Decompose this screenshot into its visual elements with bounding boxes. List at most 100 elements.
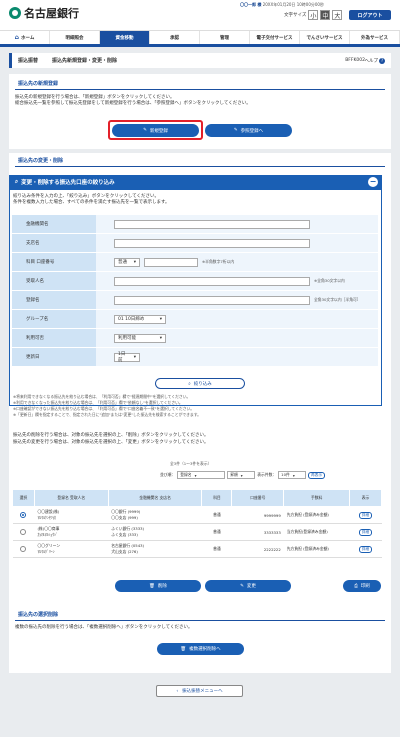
updated-row: 更新日 1日前 ▾ bbox=[12, 348, 378, 367]
font-size-switcher: 文字サイズ 小 中 大 bbox=[284, 10, 343, 20]
bulk-delete-text: 複数の振込先の削除を行う場合は、「複数選択削除へ」ボタンをクリックしてください。 bbox=[15, 625, 193, 630]
col-name: 登録名 受取人名 bbox=[33, 489, 109, 507]
chevron-down-icon: ▾ bbox=[292, 472, 295, 478]
row-type: 普通 bbox=[201, 523, 232, 541]
new-registration-heading: 振込先の新規登録 bbox=[15, 80, 385, 90]
filter-button-label: 絞り込み bbox=[193, 381, 212, 387]
account-number-input[interactable] bbox=[144, 257, 198, 267]
change-button[interactable]: ✎ 変更 bbox=[205, 580, 291, 592]
group-select[interactable]: 01 10日締め ▾ bbox=[114, 314, 166, 324]
row-branch: 犬山支店 (276) bbox=[111, 549, 138, 554]
help-icon: ? bbox=[379, 57, 385, 64]
row-kana: ｶ)ﾏﾙﾏﾙｼｮｳｼﾞ bbox=[37, 532, 58, 537]
chevron-left-icon: ‹ bbox=[176, 688, 179, 694]
nav-densai[interactable]: でんさいサービス bbox=[300, 31, 350, 44]
row-select-radio[interactable] bbox=[20, 545, 27, 552]
chevron-down-icon: ▾ bbox=[194, 472, 197, 478]
delete-instruction: 振込先の削除を行う場合は、対象の振込先を選択の上、「削除」ボタンをクリックしてく… bbox=[13, 433, 209, 438]
user-name: 〇〇一郎 様 bbox=[240, 2, 262, 7]
logo-mark-icon bbox=[9, 7, 21, 19]
bank-name: 名古屋銀行 bbox=[24, 7, 79, 20]
account-type-value: 普通 bbox=[118, 260, 127, 265]
redisplay-button[interactable]: 再表示 bbox=[308, 471, 325, 479]
order-select[interactable]: 昇順 ▾ bbox=[227, 471, 256, 479]
detail-button[interactable]: 詳細 bbox=[358, 511, 373, 519]
new-registration-button[interactable]: ✎ 新規登録 bbox=[112, 124, 199, 137]
chevron-down-icon: ▾ bbox=[159, 335, 162, 341]
search-icon: ⌕ bbox=[188, 381, 191, 387]
usable-select[interactable]: 利用可能 ▾ bbox=[114, 333, 166, 343]
bank-label: 金融機関名 bbox=[12, 215, 96, 233]
sort-select[interactable]: 登録名 ▾ bbox=[177, 471, 226, 479]
account-row: 科目 口座番号 普通 ▾ ※半角数字7桁以内 bbox=[12, 253, 378, 272]
nav-home[interactable]: ⌂ ホーム bbox=[0, 31, 50, 44]
font-size-small-button[interactable]: 小 bbox=[308, 10, 319, 20]
recipient-input[interactable] bbox=[114, 276, 310, 286]
search-icon: ⌕ bbox=[15, 178, 19, 185]
back-to-menu-button[interactable]: ‹ 振込振替メニューへ bbox=[156, 685, 243, 697]
result-count: 全3件（1～3件を表示） bbox=[170, 461, 212, 466]
print-label: 印刷 bbox=[360, 584, 370, 589]
print-button[interactable]: ⎙ 印刷 bbox=[343, 580, 381, 592]
bulk-delete-heading: 振込先の選択削除 bbox=[15, 611, 385, 621]
branch-row: 支店名 bbox=[12, 234, 378, 253]
per-page-value: 10件 bbox=[281, 472, 290, 477]
filter-notes: ※将来利用できなくなる振込先を絞り込む場合は、「利用可否」欄で"経過期間中"を選… bbox=[13, 394, 379, 406]
delete-button[interactable]: 🗑 削除 bbox=[115, 580, 201, 592]
table-row: 〇〇グリーン ﾏﾙﾏﾙｸﾞﾘｰﾝ 名古屋銀行 (0543) 犬山支店 (276) 普… bbox=[12, 540, 382, 558]
pencil-icon: ✎ bbox=[233, 128, 238, 133]
sort-label: 並び順： bbox=[160, 472, 176, 477]
row-select-radio[interactable] bbox=[20, 511, 27, 518]
account-label: 科目 口座番号 bbox=[12, 253, 96, 271]
updated-value: 1日前 bbox=[118, 352, 126, 363]
detail-button[interactable]: 詳細 bbox=[358, 545, 373, 553]
new-registration-section: 振込先の新規登録 振込先の新規登録を行う場合は、「新規登録」ボタンをクリックして… bbox=[9, 74, 391, 149]
nav-approval[interactable]: 承認 bbox=[150, 31, 200, 44]
trash-icon: 🗑 bbox=[180, 646, 187, 652]
reference-registration-button[interactable]: ✎ 参照登録へ bbox=[205, 124, 292, 137]
reg-name-input[interactable] bbox=[114, 295, 310, 305]
collapse-icon[interactable]: − bbox=[368, 177, 378, 187]
group-label: グループ名 bbox=[12, 310, 96, 328]
page-title: 振込先新規登録・変更・削除 bbox=[52, 58, 118, 64]
reg-name-note: 全角30文字以内［半角可］ bbox=[314, 297, 361, 302]
row-fee: 当方負担(登録済み金額) bbox=[283, 523, 350, 541]
branch-input[interactable] bbox=[114, 238, 310, 248]
row-select-radio[interactable] bbox=[20, 528, 27, 535]
updated-select[interactable]: 1日前 ▾ bbox=[114, 352, 140, 363]
list-controls: 並び順： 登録名 ▾ 昇順 ▾ 表示件数： 10件 ▾ 再表示 bbox=[160, 471, 325, 479]
filter-note-4: ※「更新日」欄を指定することで、指定された日に"追加"または"変更"した振込先を… bbox=[13, 412, 201, 417]
font-size-medium-button[interactable]: 中 bbox=[320, 10, 331, 20]
table-row: (株)〇〇商事 ｶ)ﾏﾙﾏﾙｼｮｳｼﾞ ふくい銀行 (3333) ふく支店 (333… bbox=[12, 523, 382, 541]
nav-admin[interactable]: 管理 bbox=[200, 31, 250, 44]
logout-button[interactable]: ログアウト bbox=[349, 10, 391, 20]
new-registration-label: 新規登録 bbox=[149, 128, 168, 134]
trash-icon: 🗑 bbox=[149, 583, 155, 589]
nav-transfer[interactable]: 資金移動 bbox=[100, 31, 150, 44]
bulk-delete-button[interactable]: 🗑 複数選択削除へ bbox=[157, 643, 244, 655]
chevron-down-icon: ▾ bbox=[133, 259, 136, 265]
row-number: 9999999 bbox=[231, 506, 284, 524]
account-type-select[interactable]: 普通 ▾ bbox=[114, 257, 140, 267]
row-branch: ふく支店 (333) bbox=[111, 532, 138, 537]
account-note: ※半角数字7桁以内 bbox=[202, 259, 235, 264]
usable-label: 利用可否 bbox=[12, 329, 96, 347]
nav-forex[interactable]: 外為サービス bbox=[350, 31, 400, 44]
filter-accordion-header[interactable]: ⌕ 変更・削除する振込先口座の絞り込み − bbox=[9, 175, 382, 189]
help-link[interactable]: ヘルプ? bbox=[365, 57, 385, 64]
recipient-note: ※全角30文字以内 bbox=[314, 278, 345, 283]
bank-input[interactable] bbox=[114, 219, 310, 229]
nav-statements[interactable]: 明細照会 bbox=[50, 31, 100, 44]
last-login: 20XX年01月20日 10時00分00秒 bbox=[262, 2, 324, 7]
detail-button[interactable]: 詳細 bbox=[358, 528, 373, 536]
reg-name-label: 登録名 bbox=[12, 291, 96, 309]
pencil-icon: ✎ bbox=[240, 583, 244, 589]
updated-label: 更新日 bbox=[12, 348, 96, 366]
branch-label: 支店名 bbox=[12, 234, 96, 252]
nav-e-delivery[interactable]: 電子交付サービス bbox=[250, 31, 300, 44]
row-type: 普通 bbox=[201, 540, 232, 558]
font-size-large-button[interactable]: 大 bbox=[332, 10, 343, 20]
filter-button[interactable]: ⌕ 絞り込み bbox=[155, 378, 245, 389]
per-page-select[interactable]: 10件 ▾ bbox=[278, 471, 307, 479]
reg-name-row: 登録名 全角30文字以内［半角可］ bbox=[12, 291, 378, 310]
